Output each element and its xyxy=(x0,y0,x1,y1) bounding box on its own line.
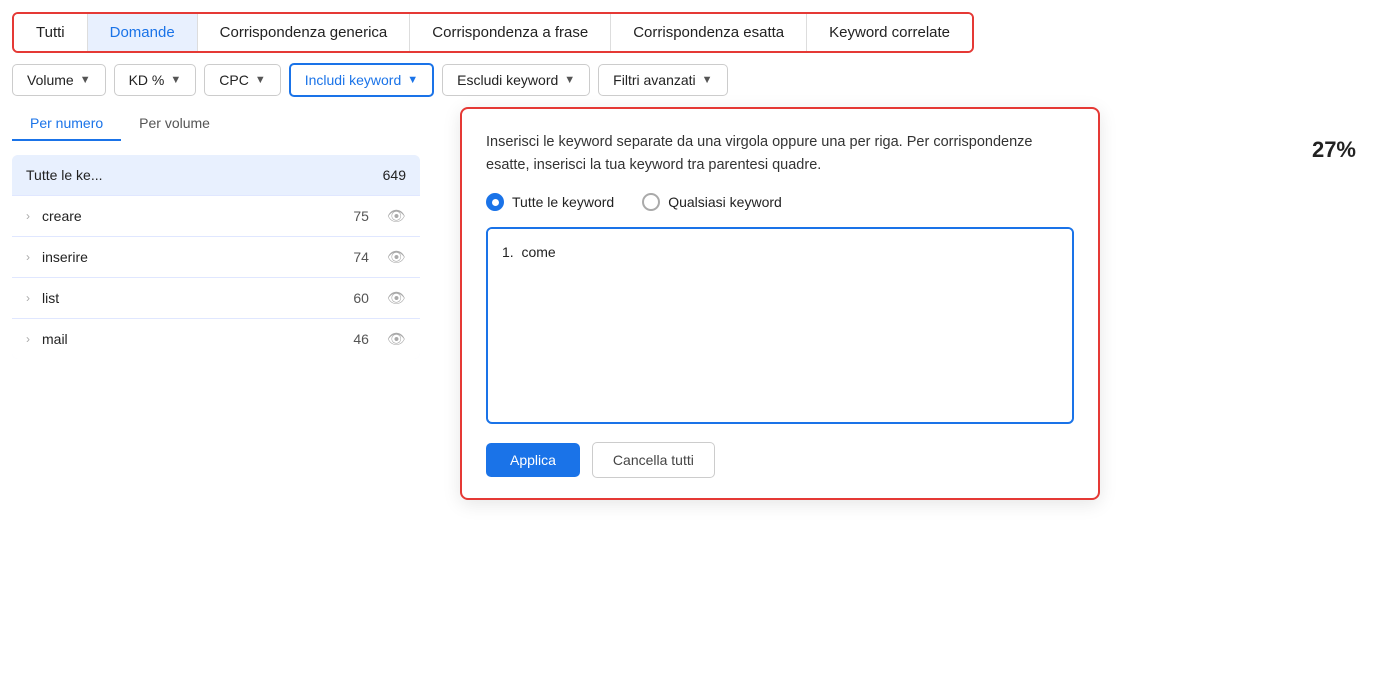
keyword-list: Tutte le ke... 649 › creare 75 👁 › inser… xyxy=(12,155,420,359)
keyword-header-count: 649 xyxy=(383,167,406,183)
includi-label: Includi keyword xyxy=(305,72,402,88)
tab-domande[interactable]: Domande xyxy=(88,14,198,51)
eye-icon[interactable]: 👁 xyxy=(387,330,406,348)
tab-correlate[interactable]: Keyword correlate xyxy=(807,14,972,51)
tab-esatta[interactable]: Corrispondenza esatta xyxy=(611,14,807,51)
radio-tutte[interactable]: Tutte le keyword xyxy=(486,193,614,211)
keyword-header-label: Tutte le ke... xyxy=(26,167,103,183)
keyword-count: 60 xyxy=(353,290,369,306)
subtab-bar: Per numero Per volume xyxy=(12,107,420,141)
includi-keyword-panel: Inserisci le keyword separate da una vir… xyxy=(460,107,1100,500)
main-area: Per numero Per volume Tutte le ke... 649… xyxy=(0,107,1376,359)
kd-chevron-icon: ▼ xyxy=(170,74,181,86)
kd-label: KD % xyxy=(129,72,165,88)
list-item: › list 60 👁 xyxy=(12,277,420,318)
filter-row: Volume ▼ KD % ▼ CPC ▼ Includi keyword ▼ … xyxy=(0,53,1376,107)
kd-filter[interactable]: KD % ▼ xyxy=(114,64,197,96)
eye-icon[interactable]: 👁 xyxy=(387,207,406,225)
keyword-name: list xyxy=(42,290,345,306)
keyword-count: 75 xyxy=(353,208,369,224)
list-item: › inserire 74 👁 xyxy=(12,236,420,277)
sidebar: Per numero Per volume Tutte le ke... 649… xyxy=(0,107,420,359)
cancel-button[interactable]: Cancella tutti xyxy=(592,442,715,478)
keyword-textarea[interactable]: 1. come xyxy=(488,229,1072,419)
action-row: Applica Cancella tutti xyxy=(486,442,1074,478)
escludi-filter[interactable]: Escludi keyword ▼ xyxy=(442,64,590,96)
radio-tutte-circle xyxy=(486,193,504,211)
percentage-display: 27% xyxy=(1312,137,1356,163)
radio-qualsiasi[interactable]: Qualsiasi keyword xyxy=(642,193,782,211)
volume-chevron-icon: ▼ xyxy=(80,74,91,86)
chevron-right-icon: › xyxy=(26,332,30,346)
eye-icon[interactable]: 👁 xyxy=(387,248,406,266)
avanzati-chevron-icon: ▼ xyxy=(702,74,713,86)
keyword-textarea-container: 1. come xyxy=(486,227,1074,424)
tab-generica[interactable]: Corrispondenza generica xyxy=(198,14,411,51)
keyword-name: creare xyxy=(42,208,345,224)
chevron-right-icon: › xyxy=(26,291,30,305)
list-item: › creare 75 👁 xyxy=(12,195,420,236)
eye-icon[interactable]: 👁 xyxy=(387,289,406,307)
tab-frase[interactable]: Corrispondenza a frase xyxy=(410,14,611,51)
keyword-count: 74 xyxy=(353,249,369,265)
avanzati-filter[interactable]: Filtri avanzati ▼ xyxy=(598,64,727,96)
subtab-per-numero[interactable]: Per numero xyxy=(12,107,121,141)
includi-chevron-icon: ▼ xyxy=(407,74,418,86)
radio-tutte-label: Tutte le keyword xyxy=(512,194,614,210)
chevron-right-icon: › xyxy=(26,250,30,264)
cpc-filter[interactable]: CPC ▼ xyxy=(204,64,280,96)
chevron-right-icon: › xyxy=(26,209,30,223)
cpc-label: CPC xyxy=(219,72,249,88)
apply-button[interactable]: Applica xyxy=(486,443,580,477)
avanzati-label: Filtri avanzati xyxy=(613,72,695,88)
tab-tutti[interactable]: Tutti xyxy=(14,14,88,51)
cpc-chevron-icon: ▼ xyxy=(255,74,266,86)
radio-qualsiasi-label: Qualsiasi keyword xyxy=(668,194,782,210)
subtab-per-volume[interactable]: Per volume xyxy=(121,107,228,141)
list-item: › mail 46 👁 xyxy=(12,318,420,359)
keyword-list-header: Tutte le ke... 649 xyxy=(12,155,420,195)
radio-group: Tutte le keyword Qualsiasi keyword xyxy=(486,193,1074,211)
volume-filter[interactable]: Volume ▼ xyxy=(12,64,106,96)
dropdown-description: Inserisci le keyword separate da una vir… xyxy=(486,131,1074,177)
volume-label: Volume xyxy=(27,72,74,88)
keyword-count: 46 xyxy=(353,331,369,347)
top-tab-bar: Tutti Domande Corrispondenza generica Co… xyxy=(12,12,974,53)
keyword-name: inserire xyxy=(42,249,345,265)
escludi-label: Escludi keyword xyxy=(457,72,558,88)
escludi-chevron-icon: ▼ xyxy=(564,74,575,86)
includi-filter[interactable]: Includi keyword ▼ xyxy=(289,63,434,97)
radio-qualsiasi-circle xyxy=(642,193,660,211)
keyword-name: mail xyxy=(42,331,345,347)
